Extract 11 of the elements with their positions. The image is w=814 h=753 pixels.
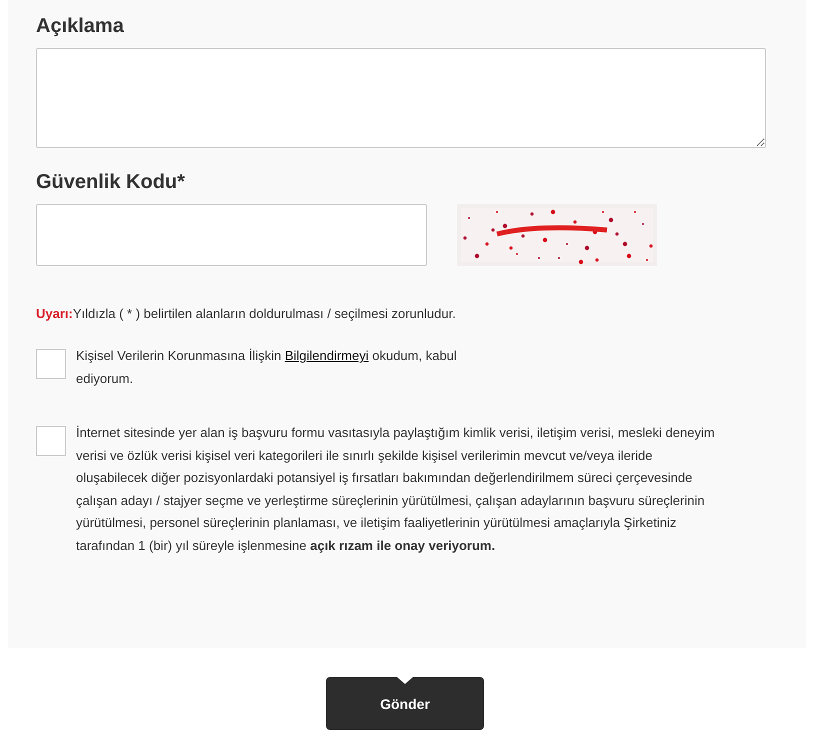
consent-text: İnternet sitesinde yer alan iş başvuru formu vasıtasıyla paylaştığım kimlik verisi, iletişim verisi, mesleki deneyim verisi ve özlük verisi kişisel veri kategorileri ile sınırlı şekilde kişisel verilerimin mevcut ve/veya ileride oluşabilecek diğer pozisyonlardaki potansiyel iş fırsatları bakımından değerlendirilmem süreci çerçevesinde çalışan adayı / stajyer seçme ve yerleştirme süreçlerinin yürütülmesi, çalışan adaylarının başvuru süreçlerinin yürütülmesi, personel süreçlerinin planlaması, ve iletişim faaliyetlerinin yürütülmesi amaçlarıyla Şirketiniz tarafından 1 (bir) yıl süreyle işlenmesine açık rızam ile onay veriyorum.	[76, 424, 716, 555]
info-link[interactable]: Bilgilendirmeyi	[284, 348, 369, 363]
consent-text: Kişisel Verilerin Korunmasına İlişkin Bilgilendirmeyi okudum, kabul ediyorum.	[76, 347, 458, 388]
description-field[interactable]	[36, 48, 766, 148]
submit-button[interactable]: Gönder	[326, 677, 484, 730]
security-code-field[interactable]	[36, 204, 427, 266]
field-label: Açıklama	[36, 14, 125, 38]
warning-text: Uyarı:Yıldızla ( * ) belirtilen alanların doldurulması / seçilmesi zorunludur.	[36, 306, 457, 321]
field-label: Güvenlik Kodu*	[36, 170, 186, 194]
checkbox[interactable]	[36, 426, 66, 456]
checkbox[interactable]	[36, 349, 66, 379]
